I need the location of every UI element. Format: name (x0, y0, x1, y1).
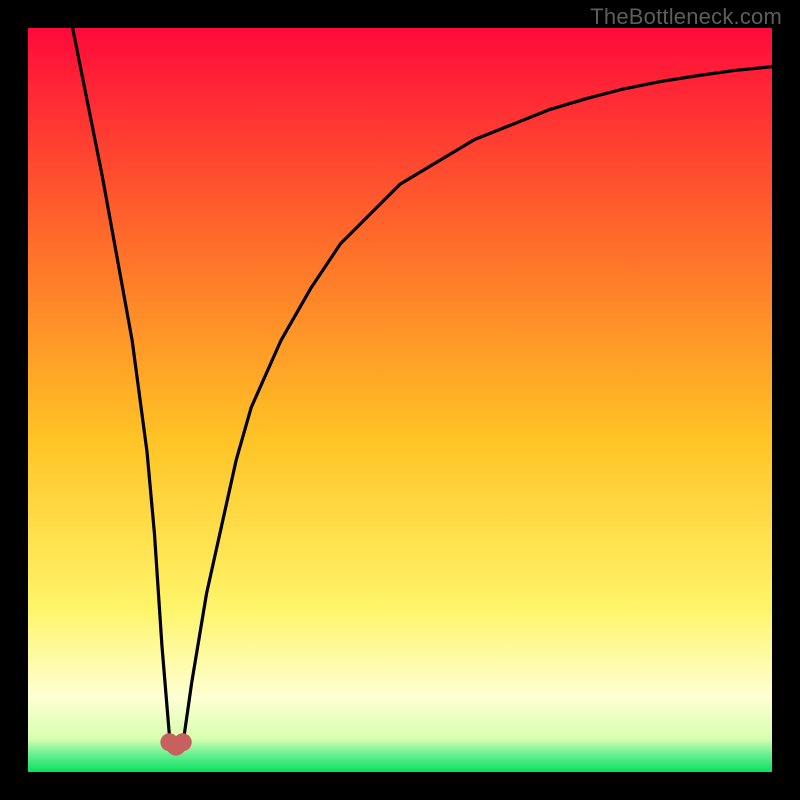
chart-svg (28, 28, 772, 772)
chart-root: TheBottleneck.com (0, 0, 800, 800)
plot-frame (28, 28, 772, 772)
watermark-text: TheBottleneck.com (590, 4, 782, 30)
min-marker-right (174, 733, 192, 751)
